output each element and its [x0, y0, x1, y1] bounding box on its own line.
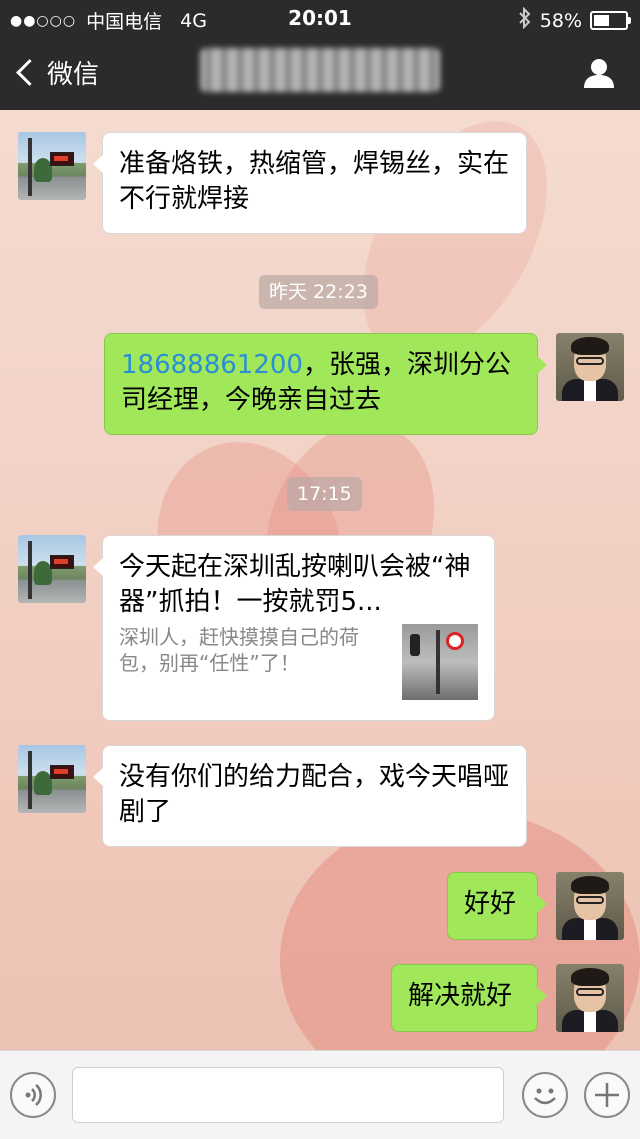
contact-avatar[interactable]: [18, 132, 86, 200]
chat-title-redacted: [200, 48, 440, 92]
voice-button[interactable]: [10, 1072, 56, 1118]
timestamp: 昨天 22:23: [259, 275, 378, 309]
battery-icon: [590, 11, 631, 30]
link-card-title: 今天起在深圳乱按喇叭会被“神器”抓拍！一按就罚5...: [119, 552, 471, 617]
my-avatar[interactable]: [556, 333, 624, 401]
timestamp: 17:15: [287, 477, 362, 511]
message-text: 好好: [464, 889, 517, 919]
emoji-icon: [534, 1088, 556, 1105]
my-avatar[interactable]: [556, 872, 624, 940]
status-bar: ●●○○○ 中国电信 4G 20:01 58%: [0, 0, 640, 38]
message-text: 准备烙铁，热缩管，焊锡丝，实在不行就焊接: [119, 149, 510, 214]
message-text: 没有你们的给力配合，戏今天唱哑剧了: [119, 762, 510, 827]
input-bar: [0, 1050, 640, 1139]
plus-icon: [595, 1083, 619, 1107]
chat-info-button[interactable]: [582, 56, 616, 90]
contact-avatar[interactable]: [18, 535, 86, 603]
message-text: 解决就好: [408, 981, 513, 1011]
back-label: 微信: [47, 60, 100, 90]
nav-bar: 微信: [0, 38, 640, 110]
link-card-message[interactable]: 今天起在深圳乱按喇叭会被“神器”抓拍！一按就罚5... 深圳人，赶快摸摸自己的荷…: [93, 535, 495, 721]
voice-icon: [25, 1084, 42, 1106]
battery-fill: [594, 15, 610, 26]
phone-number-link[interactable]: 18688861200: [121, 350, 303, 380]
person-icon: [584, 59, 614, 88]
bluetooth-icon: [518, 6, 532, 34]
link-card-thumbnail: [402, 624, 478, 700]
battery-percent: 58%: [539, 9, 582, 32]
message-bubble-incoming[interactable]: 没有你们的给力配合，戏今天唱哑剧了: [93, 745, 527, 847]
message-bubble-outgoing[interactable]: 解决就好: [391, 964, 547, 1032]
emoji-button[interactable]: [522, 1072, 568, 1118]
more-button[interactable]: [584, 1072, 630, 1118]
my-avatar[interactable]: [556, 964, 624, 1032]
message-bubble-outgoing[interactable]: 好好: [447, 872, 547, 940]
message-bubble-incoming[interactable]: 准备烙铁，热缩管，焊锡丝，实在不行就焊接: [93, 132, 527, 234]
message-input[interactable]: [72, 1067, 504, 1123]
back-button[interactable]: 微信: [14, 54, 99, 91]
message-bubble-outgoing[interactable]: 18688861200，张强，深圳分公司经理，今晚亲自过去: [104, 333, 547, 435]
chevron-left-icon: [16, 59, 43, 86]
contact-avatar[interactable]: [18, 745, 86, 813]
link-card-description: 深圳人，赶快摸摸自己的荷包，别再“任性”了！: [119, 625, 359, 675]
